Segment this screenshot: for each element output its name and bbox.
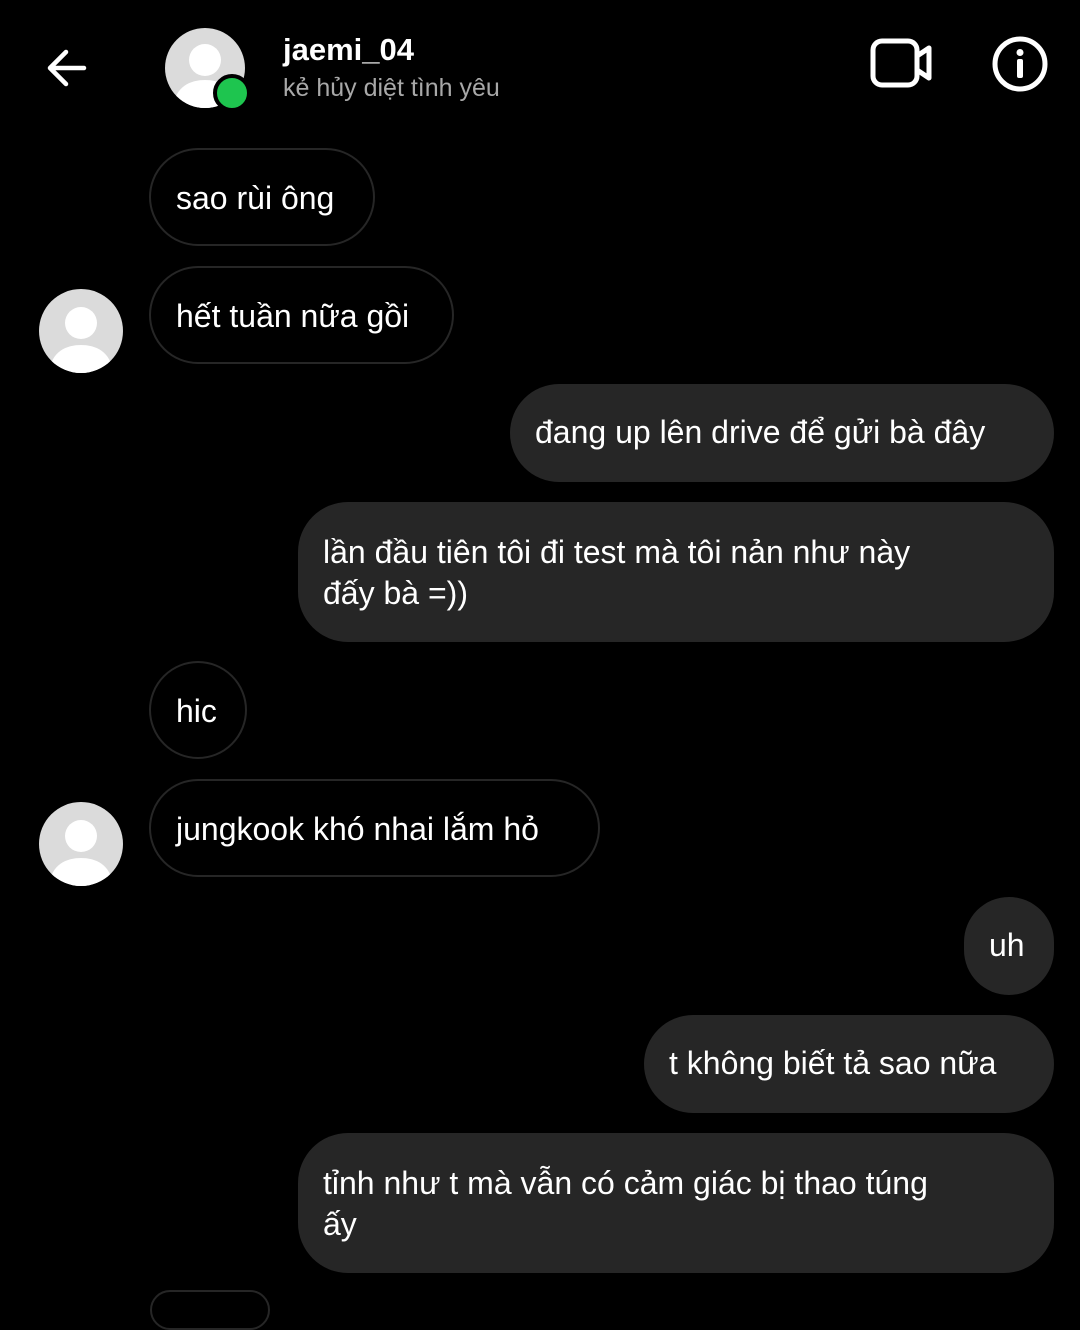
- message-bubble-outgoing[interactable]: uh: [964, 897, 1054, 995]
- default-avatar-icon: [49, 307, 113, 373]
- message-bubble-incoming[interactable]: hết tuần nữa gồi: [149, 266, 454, 364]
- sender-avatar[interactable]: [39, 289, 123, 373]
- contact-avatar[interactable]: [165, 28, 251, 112]
- info-icon: [992, 36, 1048, 92]
- partial-message-bubble: [150, 1290, 270, 1330]
- info-button[interactable]: [988, 32, 1052, 96]
- chat-header: jaemi_04 kẻ hủy diệt tình yêu: [0, 0, 1080, 130]
- back-button[interactable]: [36, 38, 96, 98]
- video-call-icon: [870, 38, 932, 88]
- video-call-button[interactable]: [866, 32, 938, 94]
- message-bubble-outgoing[interactable]: đang up lên drive để gửi bà đây: [510, 384, 1054, 482]
- message-bubble-incoming[interactable]: sao rùi ông: [149, 148, 375, 246]
- message-bubble-incoming[interactable]: hic: [149, 661, 247, 759]
- sender-avatar[interactable]: [39, 802, 123, 886]
- message-bubble-outgoing[interactable]: tỉnh như t mà vẫn có cảm giác bị thao tú…: [298, 1133, 1054, 1273]
- contact-status: kẻ hủy diệt tình yêu: [283, 74, 500, 102]
- message-bubble-outgoing[interactable]: lần đầu tiên tôi đi test mà tôi nản như …: [298, 502, 1054, 642]
- arrow-left-icon: [47, 49, 87, 87]
- message-bubble-incoming[interactable]: jungkook khó nhai lắm hỏ: [149, 779, 600, 877]
- online-status-dot: [213, 74, 251, 112]
- contact-name[interactable]: jaemi_04: [283, 32, 414, 68]
- default-avatar-icon: [49, 820, 113, 886]
- message-bubble-outgoing[interactable]: t không biết tả sao nữa: [644, 1015, 1054, 1113]
